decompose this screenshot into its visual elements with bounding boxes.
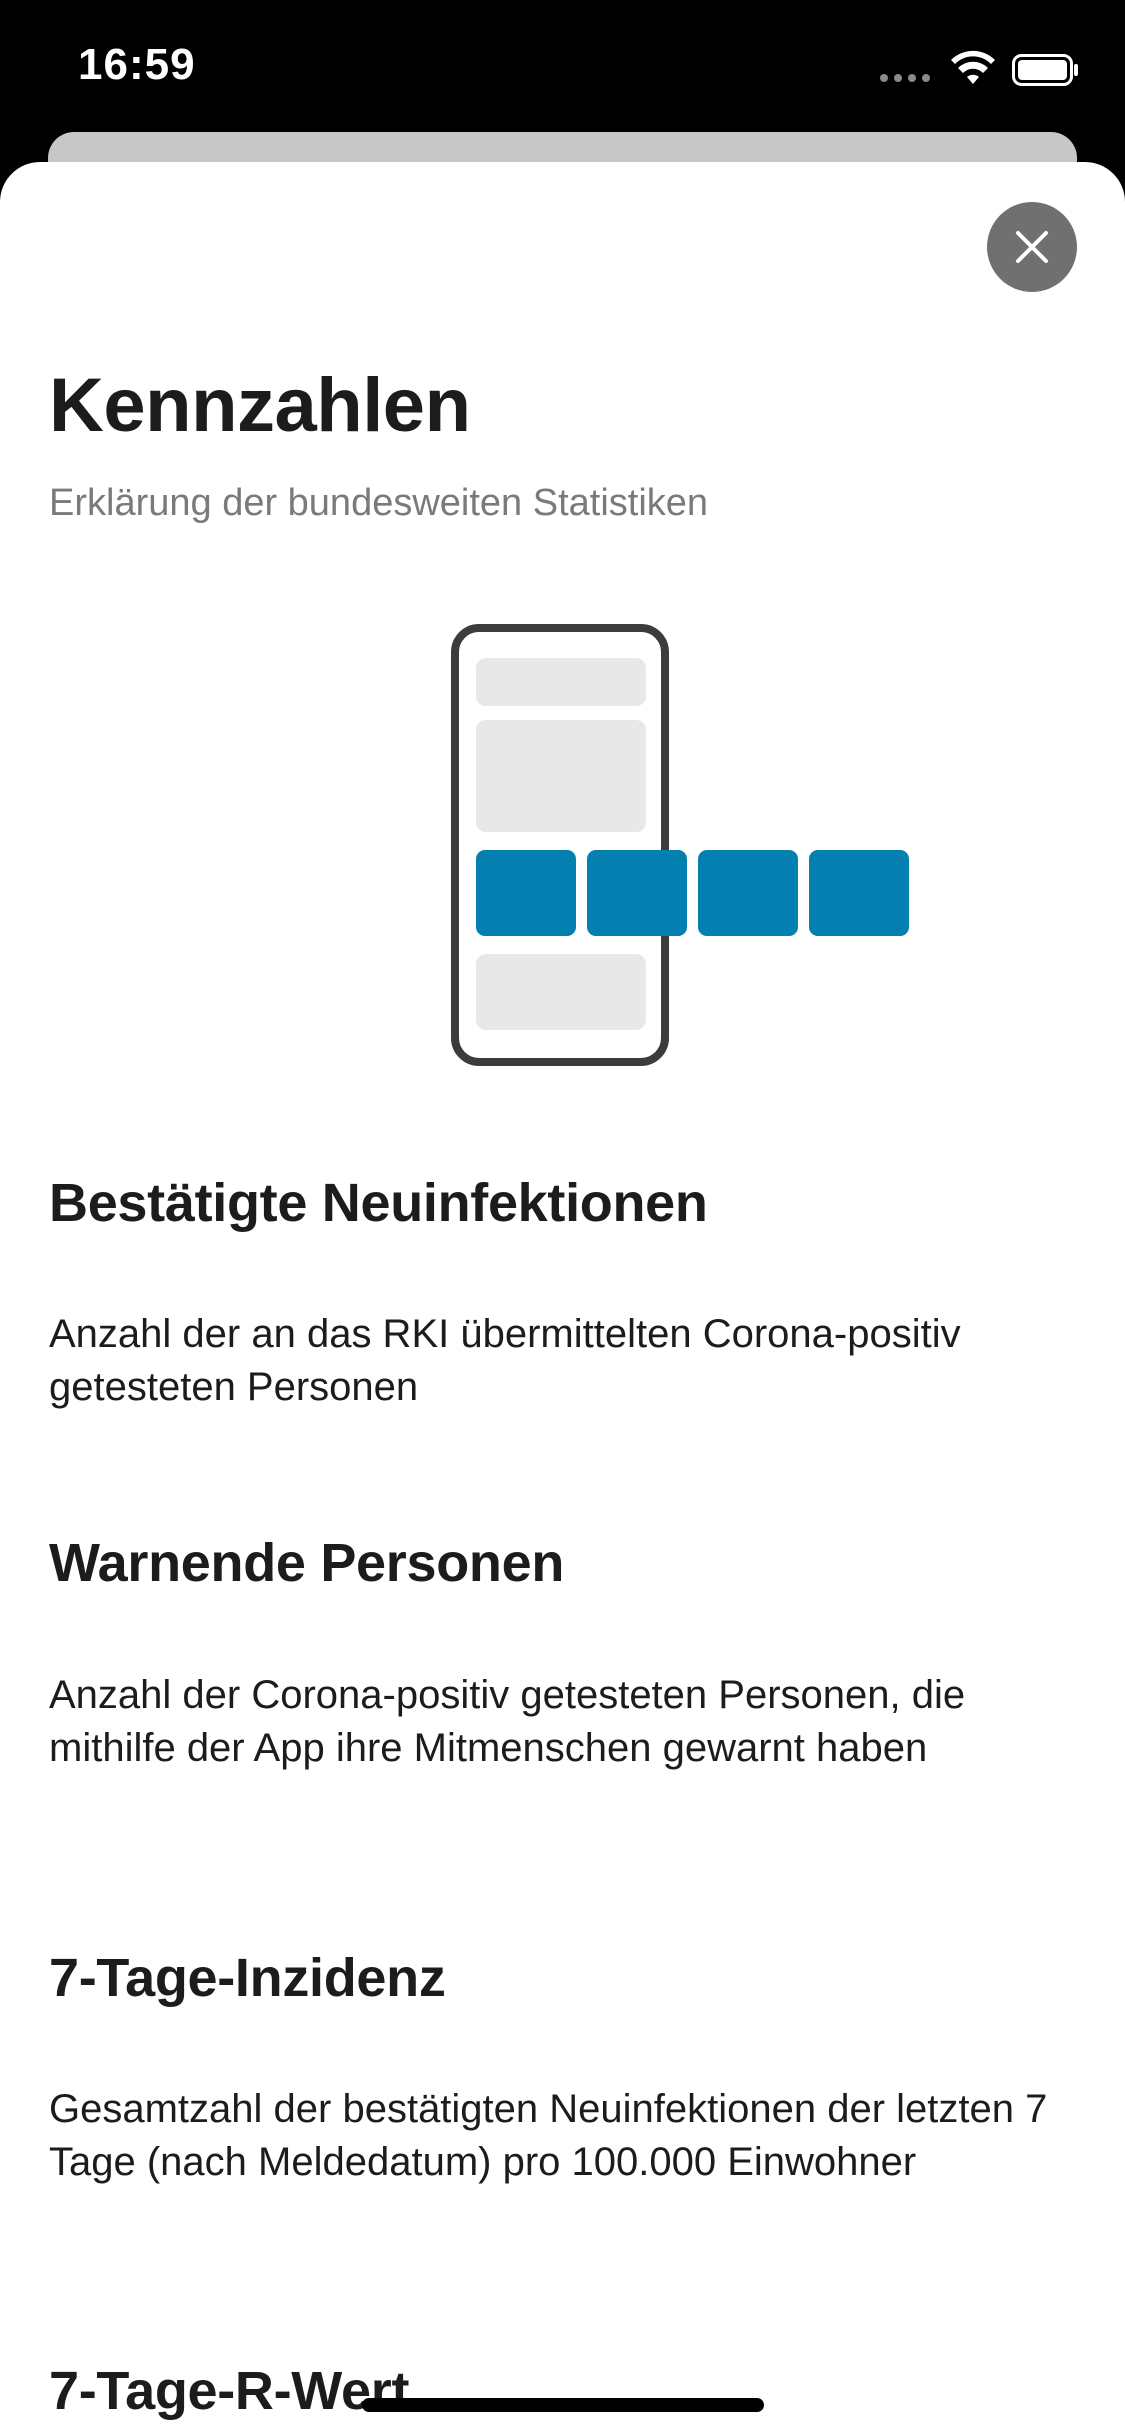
page-subtitle: Erklärung der bundesweiten Statistiken	[49, 482, 709, 524]
page-title: Kennzahlen	[49, 363, 471, 448]
signal-icon	[880, 74, 932, 82]
close-button[interactable]	[987, 202, 1077, 292]
close-icon	[1016, 231, 1048, 263]
section-title-neuinfektionen: Bestätigte Neuinfektionen	[49, 1173, 708, 1233]
section-body-inzidenz: Gesamtzahl der bestätigten Neuinfektione…	[49, 2087, 1048, 2184]
home-indicator[interactable]	[362, 2398, 764, 2412]
section-title-r-wert: 7-Tage-R-Wert	[49, 2361, 410, 2421]
info-sheet: Kennzahlen Erklärung der bundesweiten St…	[0, 162, 1125, 2436]
section-body-neuinfektionen: Anzahl der an das RKI übermittelten Coro…	[49, 1312, 961, 1409]
status-time: 16:59	[78, 40, 196, 89]
section-body-warnende-personen: Anzahl der Corona-positiv getesteten Per…	[49, 1673, 966, 1770]
battery-icon	[1012, 54, 1078, 86]
section-title-inzidenz: 7-Tage-Inzidenz	[49, 1948, 446, 2008]
section-title-warnende-personen: Warnende Personen	[49, 1533, 565, 1593]
phone-with-cards-icon	[451, 624, 909, 1066]
wifi-icon	[951, 50, 995, 84]
status-bar: 16:59	[0, 0, 1125, 132]
